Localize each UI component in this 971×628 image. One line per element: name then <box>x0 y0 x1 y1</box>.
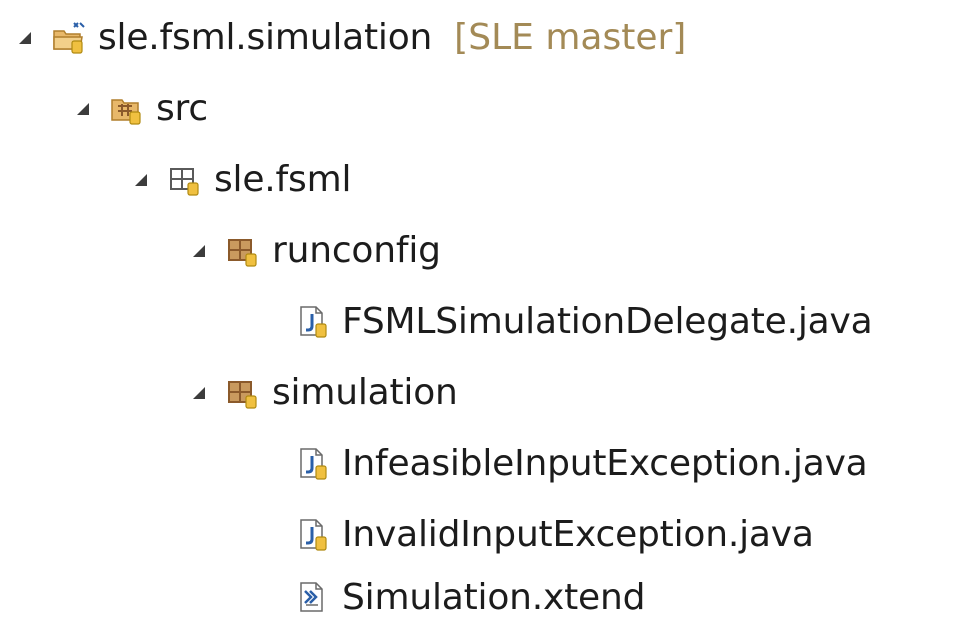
file-label: FSMLSimulationDelegate.java <box>342 301 873 342</box>
tree-item-package-runconfig[interactable]: runconfig <box>186 221 441 281</box>
java-file-icon <box>296 447 330 481</box>
expanded-triangle-icon[interactable] <box>186 221 212 281</box>
package-icon <box>226 234 260 268</box>
java-project-icon <box>52 21 86 55</box>
src-folder-label: src <box>156 88 208 129</box>
source-folder-icon <box>110 92 144 126</box>
tree-item-src-folder[interactable]: src <box>70 79 208 139</box>
expanded-triangle-icon[interactable] <box>186 363 212 423</box>
tree-item-file[interactable]: InfeasibleInputException.java <box>296 434 868 494</box>
expanded-triangle-icon[interactable] <box>70 79 96 139</box>
expanded-triangle-icon[interactable] <box>12 8 38 68</box>
java-file-icon <box>296 518 330 552</box>
tree-item-project[interactable]: sle.fsml.simulation [SLE master] <box>12 8 686 68</box>
project-label: sle.fsml.simulation <box>98 17 433 58</box>
expanded-triangle-icon[interactable] <box>128 150 154 210</box>
package-icon <box>226 376 260 410</box>
xtend-file-icon <box>296 581 330 615</box>
file-label: InfeasibleInputException.java <box>342 443 868 484</box>
file-label: Simulation.xtend <box>342 577 646 618</box>
project-explorer-tree: sle.fsml.simulation [SLE master] src sle… <box>0 0 971 628</box>
tree-item-package-sle-fsml[interactable]: sle.fsml <box>128 150 351 210</box>
tree-item-file[interactable]: InvalidInputException.java <box>296 505 814 565</box>
package-label: simulation <box>272 372 458 413</box>
package-icon <box>168 163 202 197</box>
package-label: sle.fsml <box>214 159 352 200</box>
java-file-icon <box>296 305 330 339</box>
tree-item-file[interactable]: Simulation.xtend <box>296 568 645 628</box>
git-branch-decorator: [SLE master] <box>454 17 687 58</box>
tree-item-package-simulation[interactable]: simulation <box>186 363 458 423</box>
tree-item-file[interactable]: FSMLSimulationDelegate.java <box>296 292 873 352</box>
file-label: InvalidInputException.java <box>342 514 814 555</box>
package-label: runconfig <box>272 230 441 271</box>
